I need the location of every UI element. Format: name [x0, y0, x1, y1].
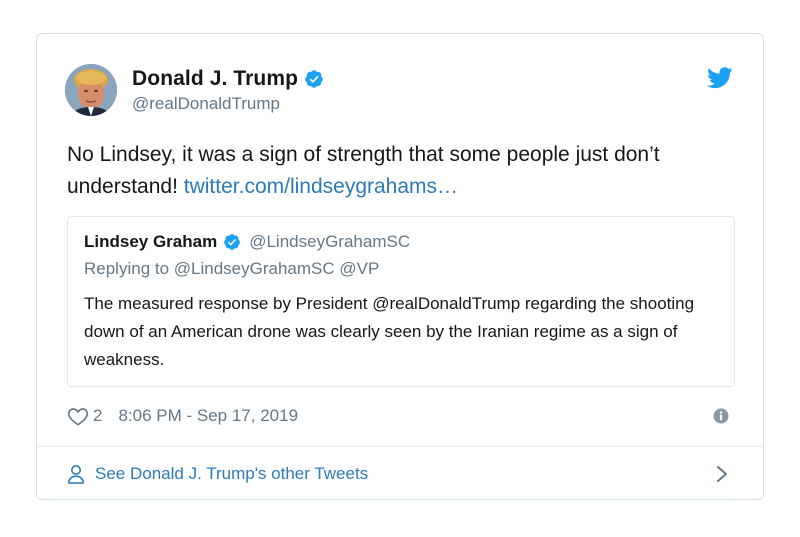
author-display-name[interactable]: Donald J. Trump	[132, 67, 298, 91]
twitter-bird-icon[interactable]	[707, 67, 733, 89]
avatar-image	[65, 64, 117, 116]
tweet-header: Donald J. Trump @realDonaldTrump	[65, 62, 324, 118]
replying-to: Replying to @LindseyGrahamSC @VP	[84, 259, 380, 278]
other-tweets-label[interactable]: See Donald J. Trump's other Tweets	[95, 464, 368, 484]
quoted-author-name[interactable]: Lindsey Graham	[84, 232, 217, 252]
info-icon[interactable]	[713, 408, 729, 424]
like-count[interactable]: 2	[93, 406, 102, 426]
quoted-tweet[interactable]: Lindsey Graham @LindseyGrahamSC Replying…	[67, 216, 735, 387]
divider	[37, 446, 763, 447]
verified-icon	[224, 234, 241, 250]
tweet-meta: 2 8:06 PM - Sep 17, 2019	[67, 404, 298, 428]
author-handle[interactable]: @realDonaldTrump	[132, 94, 324, 114]
verified-icon	[305, 69, 323, 88]
embedded-tweet-card: Donald J. Trump @realDonaldTrump No Lind…	[36, 33, 764, 500]
person-icon	[68, 465, 84, 484]
quoted-author-handle[interactable]: @LindseyGrahamSC	[249, 232, 410, 252]
tweet-timestamp[interactable]: 8:06 PM - Sep 17, 2019	[118, 406, 298, 426]
quoted-tweet-text: The measured response by President @real…	[84, 294, 695, 369]
other-tweets-link[interactable]: See Donald J. Trump's other Tweets	[67, 462, 368, 486]
tweet-body: No Lindsey, it was a sign of strength th…	[67, 139, 737, 203]
tweet-link[interactable]: twitter.com/lindseygrahams…	[184, 175, 458, 198]
author-info: Donald J. Trump @realDonaldTrump	[132, 67, 324, 114]
chevron-right-icon[interactable]	[715, 464, 729, 484]
heart-icon[interactable]	[67, 406, 89, 426]
avatar[interactable]	[65, 64, 117, 116]
display-name-row: Donald J. Trump	[132, 67, 324, 91]
quoted-tweet-header: Lindsey Graham @LindseyGrahamSC	[84, 232, 410, 252]
